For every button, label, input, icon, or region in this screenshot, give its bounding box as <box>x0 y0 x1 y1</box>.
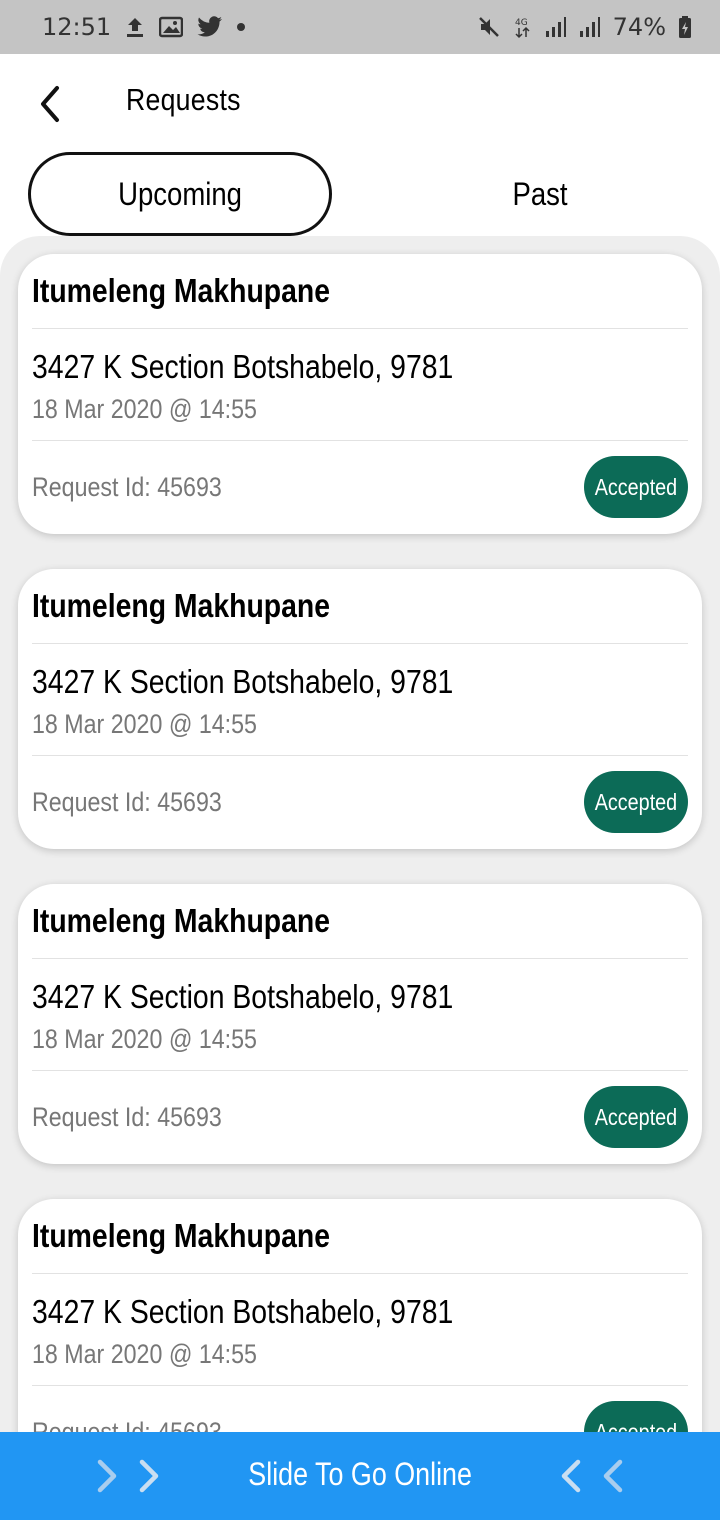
network-4g-icon: 4G <box>513 15 533 39</box>
divider <box>32 643 688 644</box>
status-badge-label: Accepted <box>594 1418 678 1433</box>
request-address: 3427 K Section Botshabelo, 9781 <box>32 348 454 385</box>
divider <box>32 958 688 959</box>
divider <box>32 1273 688 1274</box>
slide-to-go-online-bar[interactable]: Slide To Go Online <box>0 1432 720 1520</box>
divider <box>32 328 688 329</box>
status-badge: Accepted <box>584 1086 688 1148</box>
request-card[interactable]: Itumeleng Makhupane 3427 K Section Botsh… <box>18 1199 702 1432</box>
requester-name: Itumeleng Makhupane <box>32 587 331 624</box>
status-badge: Accepted <box>584 771 688 833</box>
svg-text:4G: 4G <box>515 18 528 28</box>
tab-upcoming-label: Upcoming <box>118 175 242 212</box>
status-badge-label: Accepted <box>594 788 678 815</box>
request-list[interactable]: Itumeleng Makhupane 3427 K Section Botsh… <box>0 236 720 1432</box>
back-button[interactable] <box>30 82 70 126</box>
status-badge: Accepted <box>584 456 688 518</box>
request-datetime: 18 Mar 2020 @ 14:55 <box>32 1339 257 1369</box>
upload-icon <box>125 15 145 39</box>
request-card[interactable]: Itumeleng Makhupane 3427 K Section Botsh… <box>18 254 702 534</box>
status-time: 12:51 <box>42 13 112 41</box>
status-badge-label: Accepted <box>594 473 678 500</box>
status-bar: 12:51 4G 74% <box>0 0 720 54</box>
slide-label-text: Slide To Go Online <box>248 1456 472 1492</box>
battery-percent: 74% <box>612 13 666 41</box>
divider <box>32 1070 688 1071</box>
request-address: 3427 K Section Botshabelo, 9781 <box>32 663 454 700</box>
request-datetime: 18 Mar 2020 @ 14:55 <box>32 394 257 424</box>
request-datetime: 18 Mar 2020 @ 14:55 <box>32 1024 257 1054</box>
tab-past[interactable]: Past <box>388 152 692 236</box>
tab-upcoming[interactable]: Upcoming <box>28 152 332 236</box>
requester-name: Itumeleng Makhupane <box>32 272 331 309</box>
signal-icon <box>545 16 567 38</box>
divider <box>32 1385 688 1386</box>
page-title: Requests <box>126 82 241 117</box>
app-header: Requests <box>0 54 720 154</box>
request-address: 3427 K Section Botshabelo, 9781 <box>32 978 454 1015</box>
signal-icon <box>579 16 601 38</box>
request-datetime: 18 Mar 2020 @ 14:55 <box>32 709 257 739</box>
mute-icon <box>477 15 501 39</box>
request-id: Request Id: 45693 <box>32 1102 222 1132</box>
request-id: Request Id: 45693 <box>32 787 222 817</box>
image-icon <box>159 16 184 38</box>
tab-bar: Upcoming Past <box>0 152 720 236</box>
notification-dot-icon <box>237 23 246 31</box>
chevron-left-icon <box>41 86 59 122</box>
status-badge: Accepted <box>584 1401 688 1432</box>
battery-icon <box>678 15 692 39</box>
twitter-icon <box>197 16 223 38</box>
status-badge-label: Accepted <box>594 1103 678 1130</box>
double-chevron-left-icon[interactable] <box>556 1454 628 1498</box>
request-id: Request Id: 45693 <box>32 1417 222 1432</box>
request-id: Request Id: 45693 <box>32 472 222 502</box>
divider <box>32 755 688 756</box>
requester-name: Itumeleng Makhupane <box>32 1217 331 1254</box>
request-address: 3427 K Section Botshabelo, 9781 <box>32 1293 454 1330</box>
request-card[interactable]: Itumeleng Makhupane 3427 K Section Botsh… <box>18 884 702 1164</box>
request-card[interactable]: Itumeleng Makhupane 3427 K Section Botsh… <box>18 569 702 849</box>
requester-name: Itumeleng Makhupane <box>32 902 331 939</box>
divider <box>32 440 688 441</box>
tab-past-label: Past <box>512 175 568 212</box>
